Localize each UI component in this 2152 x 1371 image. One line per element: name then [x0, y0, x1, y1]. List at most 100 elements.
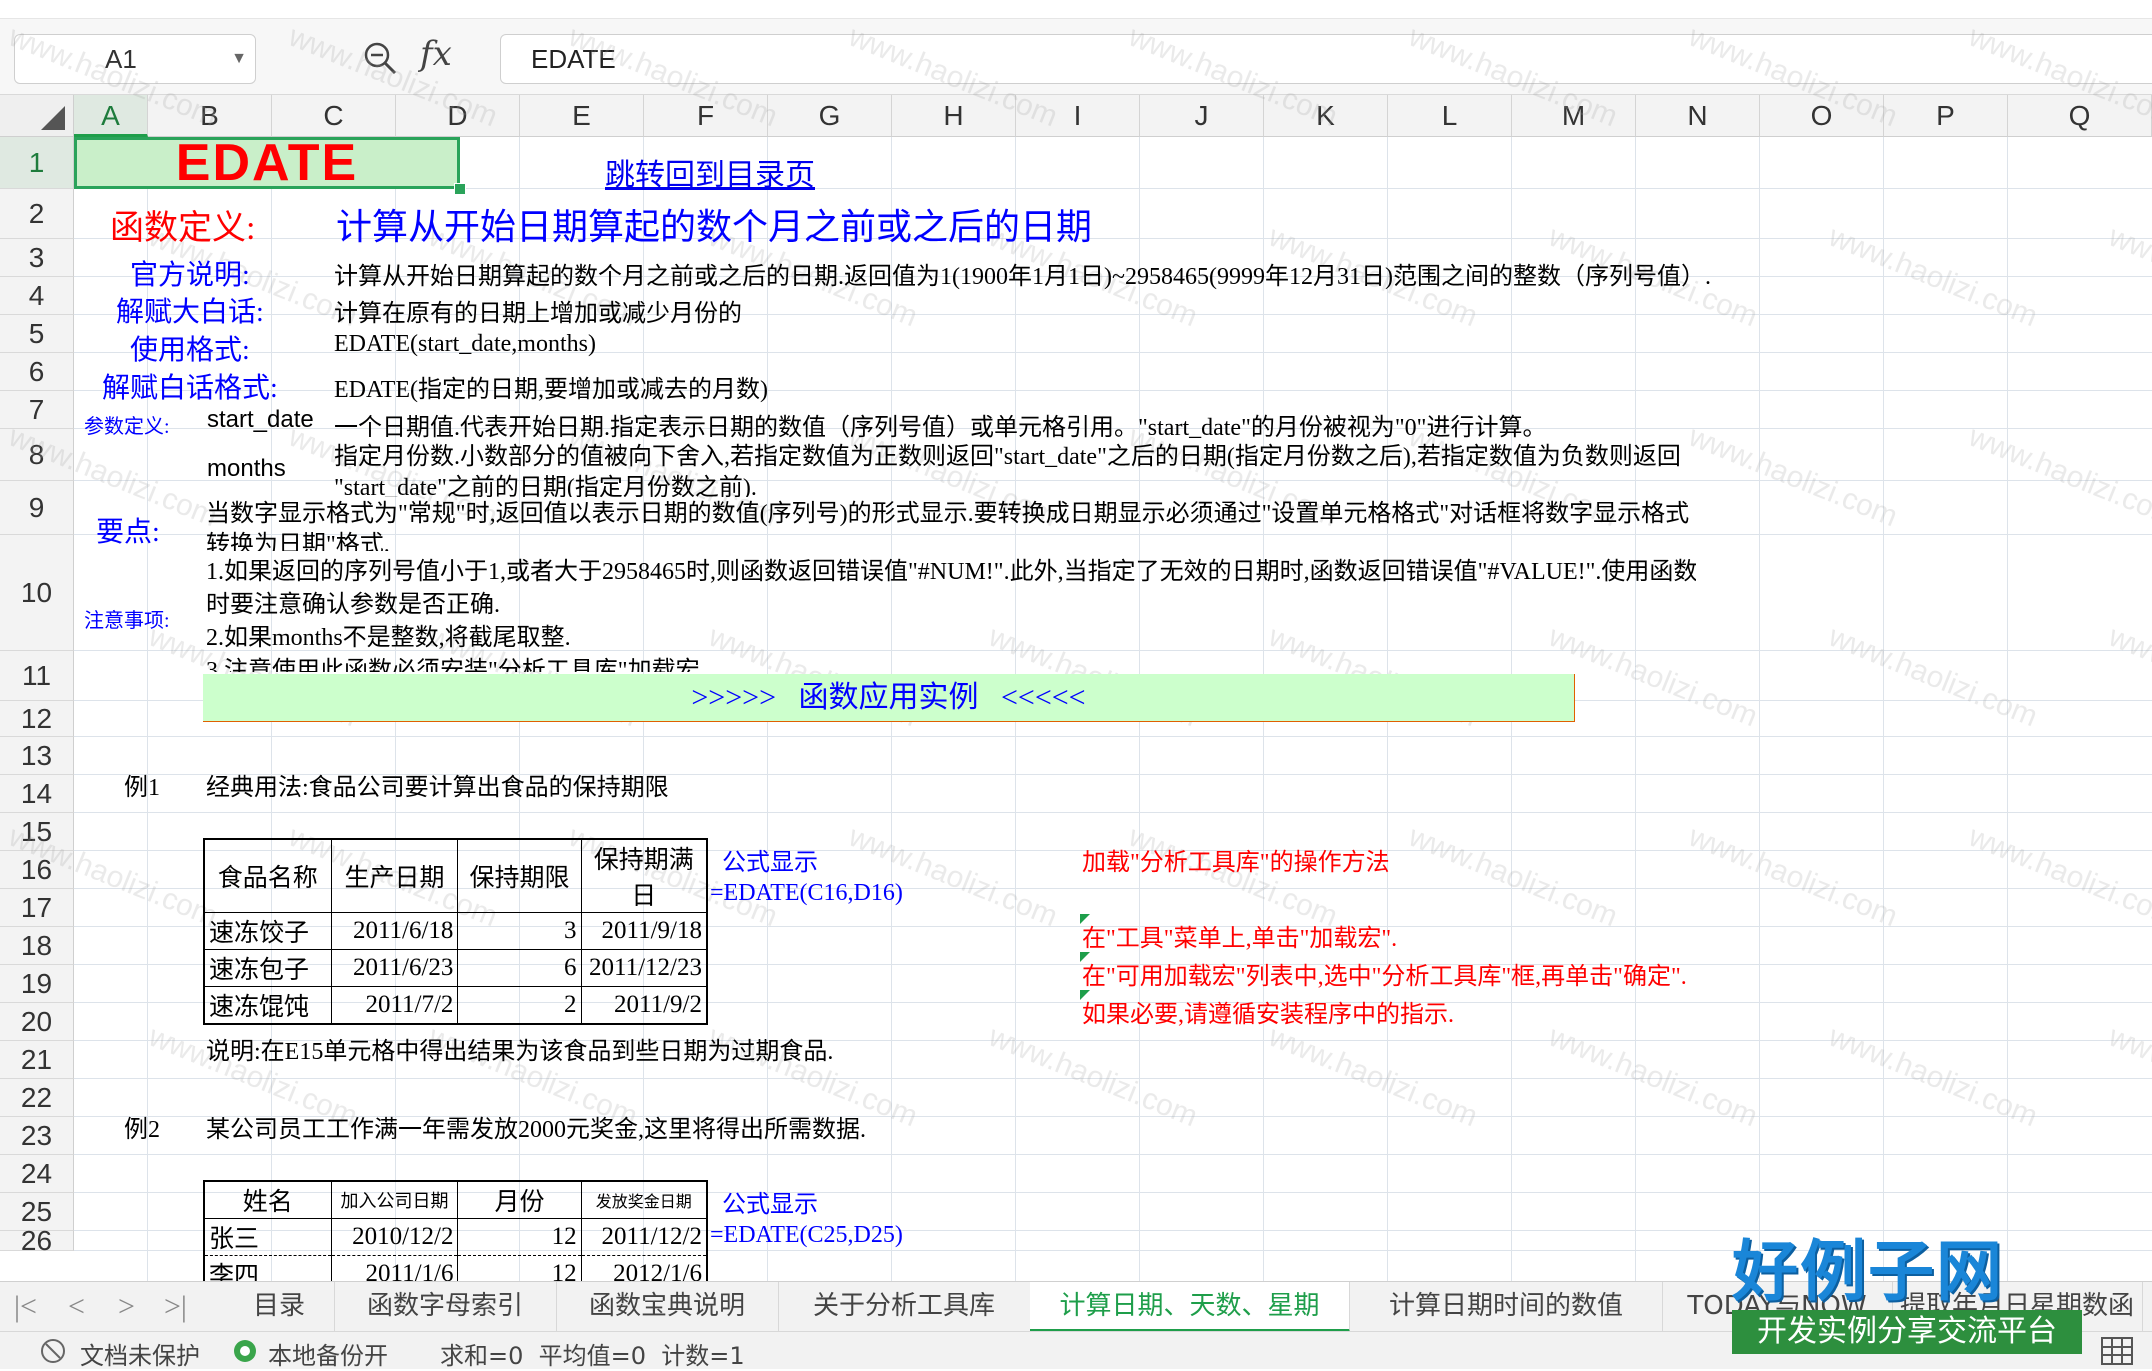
table-cell[interactable]: 速冻饺子	[202, 912, 332, 950]
row-header-4[interactable]: 4	[0, 277, 74, 315]
table-cell[interactable]: 6	[457, 949, 582, 987]
row-header-5[interactable]: 5	[0, 315, 74, 353]
column-header-g[interactable]: G	[768, 95, 892, 137]
table-cell[interactable]: 2	[457, 986, 582, 1025]
table-cell[interactable]: 李四	[203, 1255, 332, 1281]
note-label: 注意事项:	[84, 610, 170, 632]
note-line3: 2.如果months不是整数,将截尾取整.	[206, 625, 571, 651]
row-header-23[interactable]: 23	[0, 1117, 74, 1155]
table-row: 李四 2011/1/6 12 2012/1/6	[203, 1255, 708, 1281]
sheet-tab[interactable]: 函数字母索引	[334, 1282, 557, 1332]
examples-banner: >>>>> 函数应用实例 <<<<<	[203, 674, 1575, 722]
table-cell[interactable]: 速冻馄饨	[202, 986, 332, 1025]
comment-indicator-icon	[1080, 952, 1090, 962]
top-strip	[0, 0, 2152, 19]
table-cell[interactable]: 2011/6/18	[330, 912, 459, 950]
key-line2: 转换为日期"格式.	[206, 532, 390, 551]
sheet-tab[interactable]: 计算日期时间的数值	[1350, 1282, 1663, 1332]
column-header-p[interactable]: P	[1884, 95, 2008, 137]
param-label: 参数定义:	[84, 416, 170, 438]
watermark-text: www.haolizi.com	[2104, 219, 2152, 334]
grid-view-icon[interactable]	[2100, 1336, 2134, 1366]
table-cell[interactable]: 速冻包子	[202, 949, 332, 987]
column-header-c[interactable]: C	[272, 95, 396, 137]
watermark-text: www.haolizi.com	[1824, 619, 2043, 734]
sheet-tab[interactable]: 函数宝典说明	[556, 1282, 779, 1332]
param1-name: start_date	[207, 406, 314, 433]
sheet-tab[interactable]: 关于分析工具库	[778, 1282, 1031, 1332]
backup-status[interactable]: 本地备份开	[268, 1336, 388, 1371]
row-header-6[interactable]: 6	[0, 353, 74, 391]
row-header-12[interactable]: 12	[0, 701, 74, 737]
row-header-26[interactable]: 26	[0, 1225, 74, 1256]
table-cell[interactable]: 2011/6/23	[330, 949, 459, 987]
chevron-down-icon[interactable]: ▼	[231, 35, 247, 83]
lock-icon	[41, 1339, 65, 1363]
table-cell[interactable]: 2012/1/6	[580, 1255, 708, 1281]
watermark-text: www.haolizi.com	[1824, 219, 2043, 334]
select-all-corner[interactable]	[0, 95, 74, 137]
sheet-tab[interactable]: 计算日期、天数、星期	[1030, 1282, 1350, 1332]
protect-status[interactable]: 文档未保护	[80, 1336, 200, 1371]
table-cell[interactable]: 2011/9/2	[580, 986, 708, 1025]
row-header-13[interactable]: 13	[0, 737, 74, 775]
table-cell[interactable]: 12	[457, 1255, 582, 1281]
row-header-11[interactable]: 11	[0, 651, 74, 701]
row-header-7[interactable]: 7	[0, 391, 74, 429]
def-label: 函数定义:	[110, 210, 256, 247]
watermark-text: www.haolizi.com	[1684, 819, 1903, 934]
column-header-e[interactable]: E	[520, 95, 644, 137]
plain-label: 解赋大白话:	[116, 297, 264, 328]
fill-handle[interactable]	[454, 183, 466, 195]
watermark-text: www.haolizi.com	[844, 819, 1063, 934]
row-header-18[interactable]: 18	[0, 927, 74, 965]
back-to-index-link[interactable]: 跳转回到目录页	[605, 150, 815, 194]
row-header-10[interactable]: 10	[0, 535, 74, 651]
watermark-text: www.haolizi.com	[1404, 819, 1623, 934]
table-cell[interactable]: 12	[457, 1218, 582, 1256]
row-header-1[interactable]: 1	[0, 137, 74, 189]
table-cell[interactable]: 2011/9/18	[580, 912, 708, 950]
table-cell[interactable]: 张三	[203, 1218, 332, 1256]
last-sheet-icon[interactable]: >|	[164, 1290, 187, 1324]
column-header-n[interactable]: N	[1636, 95, 1760, 137]
function-icon[interactable]: fx	[420, 34, 452, 74]
row-header-24[interactable]: 24	[0, 1155, 74, 1193]
brand-logo-subtitle: 开发实例分享交流平台	[1732, 1310, 2082, 1354]
row-header-19[interactable]: 19	[0, 965, 74, 1003]
row-header-22[interactable]: 22	[0, 1079, 74, 1117]
row-header-2[interactable]: 2	[0, 189, 74, 239]
comment-indicator-icon	[1080, 990, 1090, 1000]
table-cell[interactable]: 2011/12/23	[580, 949, 708, 987]
column-header-j[interactable]: J	[1140, 95, 1264, 137]
selected-cell-a1[interactable]: EDATE	[74, 137, 460, 189]
row-header-9[interactable]: 9	[0, 481, 74, 535]
example1-label: 例1	[124, 775, 160, 801]
watermark-text: www.haolizi.com	[1824, 1019, 2043, 1134]
table-cell[interactable]: 2010/12/2	[330, 1218, 459, 1256]
header-cell: 生产日期	[330, 838, 459, 913]
column-header-l[interactable]: L	[1388, 95, 1512, 137]
row-header-21[interactable]: 21	[0, 1041, 74, 1079]
table-cell[interactable]: 2011/7/2	[330, 986, 459, 1025]
header-cell: 保持期限	[457, 838, 582, 913]
table-cell[interactable]: 2011/12/2	[580, 1218, 708, 1256]
formula-input[interactable]: EDATE	[500, 34, 2152, 84]
next-sheet-icon[interactable]: >	[118, 1290, 135, 1324]
table-row: 速冻包子 2011/6/23 6 2011/12/23	[202, 949, 708, 987]
row-header-20[interactable]: 20	[0, 1003, 74, 1041]
row-header-14[interactable]: 14	[0, 775, 74, 813]
table-cell[interactable]: 2011/1/6	[330, 1255, 459, 1281]
table-header-row: 姓名 加入公司日期 月份 发放奖金日期	[203, 1180, 708, 1219]
row-header-17[interactable]: 17	[0, 889, 74, 927]
backup-icon	[234, 1340, 256, 1362]
param2-desc-line1: 指定月份数.小数部分的值被向下舍入,若指定数值为正数则返回"start_date…	[334, 444, 1681, 470]
row-header-3[interactable]: 3	[0, 239, 74, 277]
sheet-tab[interactable]: 目录	[224, 1282, 335, 1332]
row-gridline	[74, 1154, 2152, 1155]
first-sheet-icon[interactable]: |<	[14, 1290, 37, 1324]
example2-desc: 某公司员工工作满一年需发放2000元奖金,这里将得出所需数据.	[206, 1117, 866, 1143]
table-cell[interactable]: 3	[457, 912, 582, 950]
prev-sheet-icon[interactable]: <	[68, 1290, 85, 1324]
header-cell: 加入公司日期	[330, 1180, 459, 1219]
